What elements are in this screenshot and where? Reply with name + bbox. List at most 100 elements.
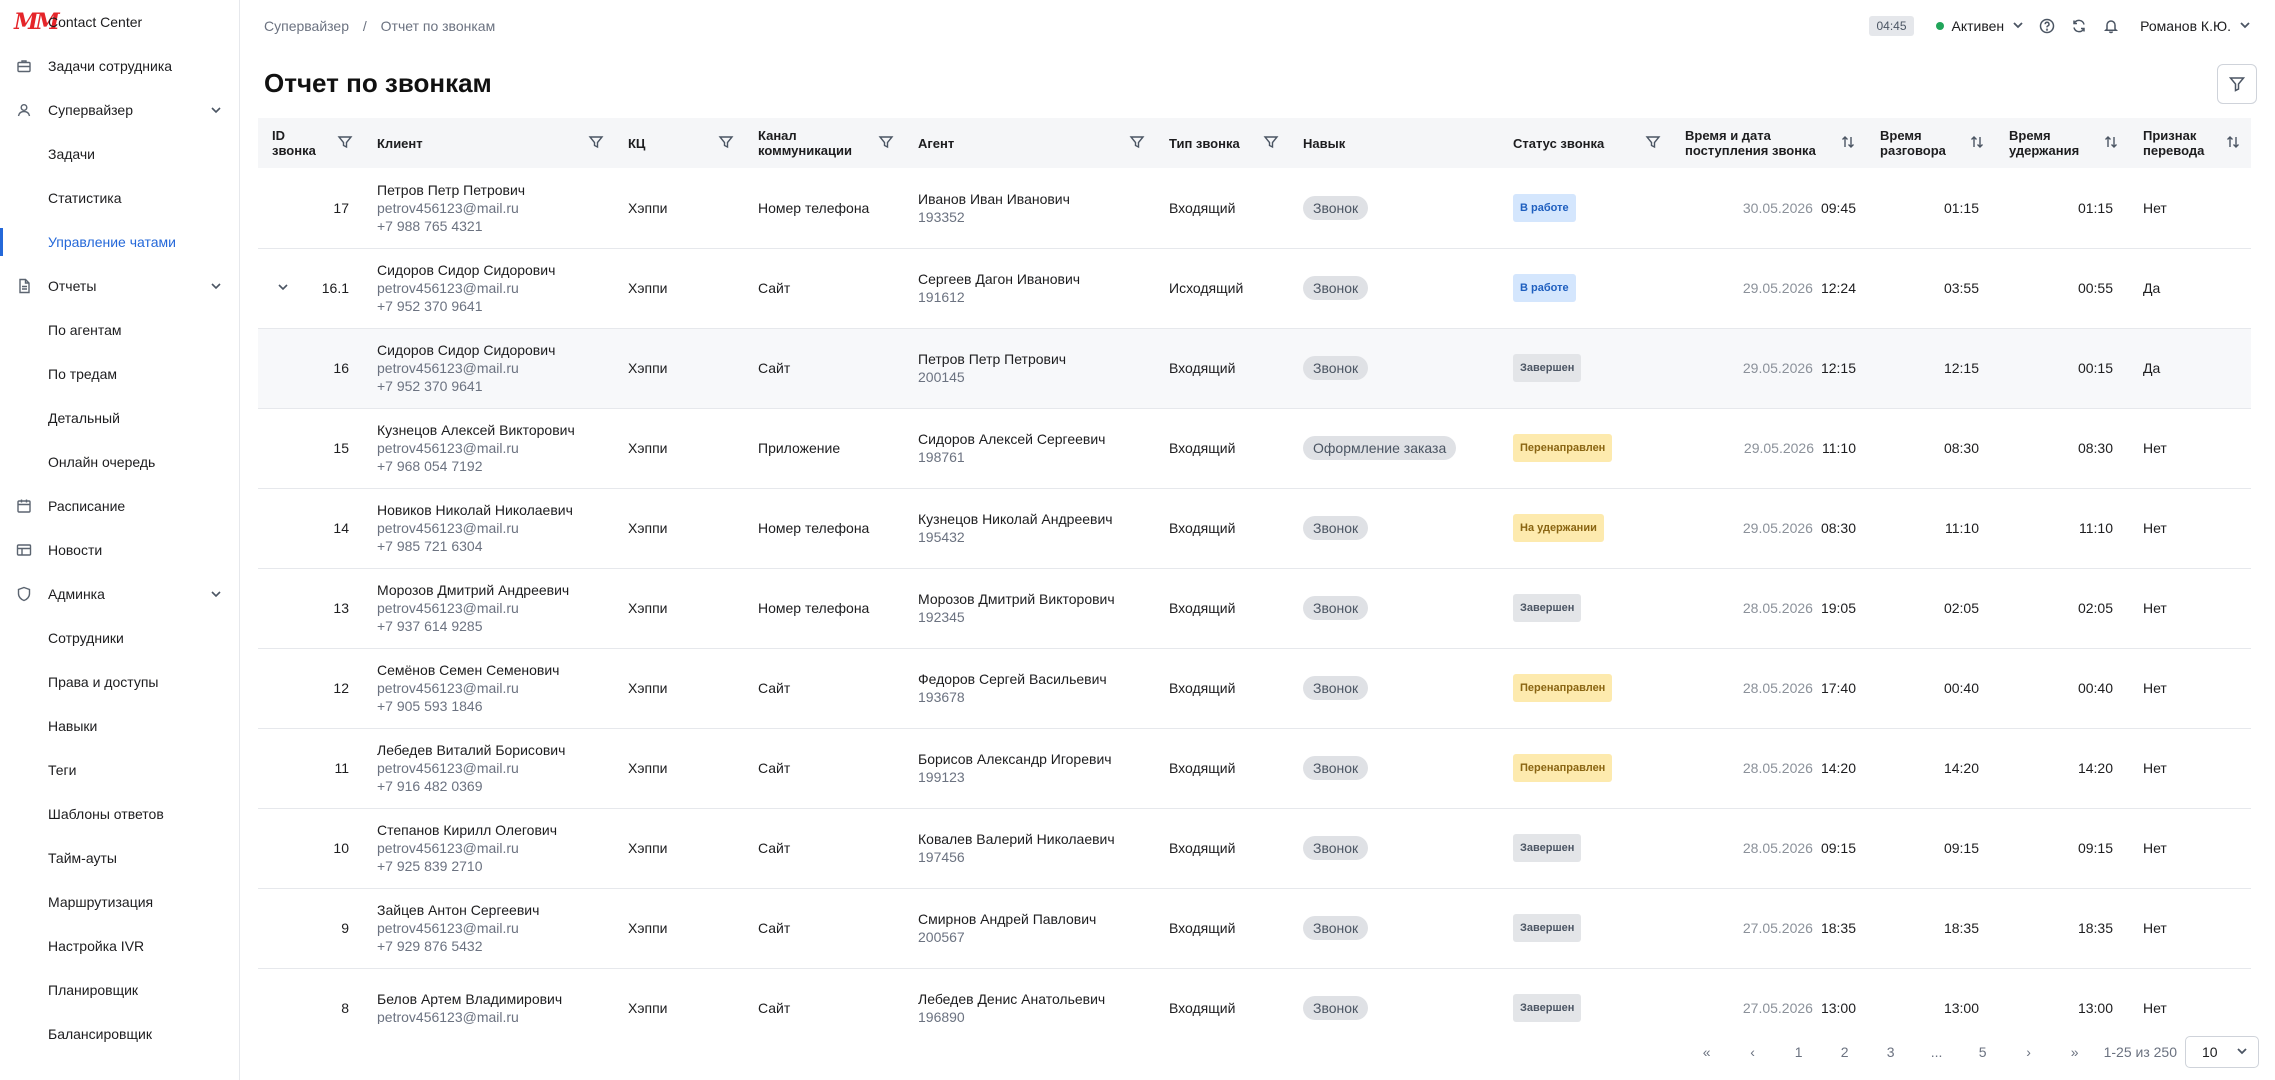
table-row[interactable]: 12 Семёнов Семен Семенович petrov456123@ma… — [258, 648, 2251, 728]
cell-id: 16 — [258, 328, 363, 408]
sidebar-item[interactable]: Статистика — [0, 176, 239, 220]
page-button[interactable]: 2 — [1822, 1044, 1868, 1060]
first-page-button[interactable]: « — [1684, 1044, 1730, 1060]
call-time: 14:20 — [1820, 760, 1856, 776]
next-page-button[interactable]: › — [2006, 1044, 2052, 1060]
call-id: 12 — [333, 680, 349, 696]
table-row[interactable]: 16 Сидоров Сидор Сидорович petrov456123@ma… — [258, 328, 2251, 408]
sidebar-item[interactable]: Права и доступы — [0, 660, 239, 704]
column-header-datetime[interactable]: Время и дата поступления звонка — [1671, 118, 1866, 168]
sidebar-item[interactable]: Задачи — [0, 132, 239, 176]
filter-icon[interactable] — [337, 134, 353, 153]
sidebar-item-label: Теги — [48, 762, 77, 778]
filter-icon[interactable] — [1129, 134, 1145, 153]
page-button[interactable]: 1 — [1776, 1044, 1822, 1060]
sidebar-item[interactable]: Управление чатами — [0, 220, 239, 264]
column-header-transfer[interactable]: Признак перевода — [2129, 118, 2251, 168]
page-size-select[interactable]: 10 — [2185, 1036, 2259, 1068]
table-row[interactable]: 10 Степанов Кирилл Олегович petrov456123@m… — [258, 808, 2251, 888]
user-menu[interactable]: Романов К.Ю. — [2140, 18, 2251, 34]
chevron-down-icon[interactable] — [209, 103, 223, 117]
sidebar-item[interactable]: Новости — [0, 528, 239, 572]
column-header-kc[interactable]: КЦ — [614, 118, 744, 168]
skill-chip: Звонок — [1303, 916, 1369, 940]
cell-client: Семёнов Семен Семенович petrov456123@mail… — [363, 648, 614, 728]
sidebar-item[interactable]: Теги — [0, 748, 239, 792]
cell-hold-time: 00:40 — [2077, 680, 2113, 696]
status-dropdown[interactable]: Активен — [1935, 18, 2025, 34]
agent-id: 192345 — [918, 609, 965, 625]
table-row[interactable]: 13 Морозов Дмитрий Андреевич petrov456123@… — [258, 568, 2251, 648]
column-header-skill[interactable]: Навык — [1289, 118, 1499, 168]
sidebar-item[interactable]: Маршрутизация — [0, 880, 239, 924]
sidebar-item[interactable]: Онлайн очередь — [0, 440, 239, 484]
chevron-down-icon[interactable] — [209, 587, 223, 601]
bell-icon[interactable] — [2102, 17, 2120, 35]
column-header-client[interactable]: Клиент — [363, 118, 614, 168]
table-row[interactable]: 11 Лебедев Виталий Борисович petrov456123@… — [258, 728, 2251, 808]
filter-icon[interactable] — [1263, 134, 1279, 153]
refresh-icon[interactable] — [2070, 17, 2088, 35]
sidebar-item[interactable]: Задачи сотрудника — [0, 44, 239, 88]
sort-icon[interactable] — [1840, 134, 1856, 153]
sidebar-item[interactable]: Отчеты — [0, 264, 239, 308]
user-name: Романов К.Ю. — [2140, 18, 2231, 34]
sidebar-item[interactable]: Тайм-ауты — [0, 836, 239, 880]
column-header-agent[interactable]: Агент — [904, 118, 1155, 168]
agent-name: Сидоров Алексей Сергеевич — [918, 431, 1106, 447]
cell-status: Перенаправлен — [1499, 648, 1671, 728]
sidebar-item[interactable]: Навыки — [0, 704, 239, 748]
sidebar-item[interactable]: Настройка IVR — [0, 924, 239, 968]
column-header-id[interactable]: ID звонка — [258, 118, 363, 168]
table-row[interactable]: 14 Новиков Николай Николаевич petrov456123… — [258, 488, 2251, 568]
column-header-status[interactable]: Статус звонка — [1499, 118, 1671, 168]
sidebar-item[interactable]: Детальный — [0, 396, 239, 440]
sidebar-item[interactable]: По агентам — [0, 308, 239, 352]
sidebar-item[interactable]: Балансировщик — [0, 1012, 239, 1056]
table-row[interactable]: 9 Зайцев Антон Сергеевич petrov456123@mail… — [258, 888, 2251, 968]
cell-kc: Хэппи — [628, 840, 668, 856]
breadcrumb-parent[interactable]: Супервайзер — [264, 18, 349, 34]
call-id: 16.1 — [321, 280, 349, 296]
sidebar-item[interactable]: Расписание — [0, 484, 239, 528]
table-row[interactable]: 16.1 Сидоров Сидор Сидорович petrov456123@… — [258, 248, 2251, 328]
chevron-down-icon[interactable] — [276, 280, 290, 294]
app-header[interactable]: MM Contact Center — [0, 0, 239, 44]
agent-id: 193352 — [918, 208, 965, 225]
sidebar-item[interactable]: Супервайзер — [0, 88, 239, 132]
column-header-type[interactable]: Тип звонка — [1155, 118, 1289, 168]
page-button[interactable]: 3 — [1868, 1044, 1914, 1060]
skill-chip: Звонок — [1303, 756, 1369, 780]
column-header-hold-time[interactable]: Время удержания — [1995, 118, 2129, 168]
sort-icon[interactable] — [2103, 134, 2119, 153]
filter-icon[interactable] — [588, 134, 604, 153]
column-header-talk-time[interactable]: Время разговора — [1866, 118, 1995, 168]
table-row[interactable]: 8 Белов Артем Владимирович petrov456123@ma… — [258, 968, 2251, 1024]
sidebar-item[interactable]: Шаблоны ответов — [0, 792, 239, 836]
filter-button[interactable] — [2217, 64, 2257, 104]
status-badge: Перенаправлен — [1513, 754, 1613, 782]
filter-icon[interactable] — [1645, 134, 1661, 153]
sidebar-item[interactable]: Сотрудники — [0, 616, 239, 660]
app-title: Contact Center — [48, 14, 143, 30]
sort-icon[interactable] — [1969, 134, 1985, 153]
page-button[interactable]: 5 — [1960, 1044, 2006, 1060]
agent-name: Петров Петр Петрович — [918, 351, 1067, 367]
sort-icon[interactable] — [2225, 134, 2241, 153]
cell-talk-time: 03:55 — [1943, 280, 1979, 296]
sidebar-item[interactable]: Админка — [0, 572, 239, 616]
table-row[interactable]: 17 Петров Петр Петрович petrov456123@mail.… — [258, 168, 2251, 248]
sidebar-item[interactable]: По тредам — [0, 352, 239, 396]
cell-hold-time: 08:30 — [2077, 440, 2113, 456]
filter-icon[interactable] — [878, 134, 894, 153]
column-header-channel[interactable]: Канал коммуникации — [744, 118, 904, 168]
last-page-button[interactable]: » — [2052, 1044, 2098, 1060]
prev-page-button[interactable]: ‹ — [1730, 1044, 1776, 1060]
cell-transfer: Нет — [2143, 600, 2167, 616]
calls-table-container[interactable]: ID звонка Клиент КЦ Канал коммуникации А… — [258, 118, 2251, 1024]
table-row[interactable]: 15 Кузнецов Алексей Викторович petrov45612… — [258, 408, 2251, 488]
sidebar-item[interactable]: Планировщик — [0, 968, 239, 1012]
filter-icon[interactable] — [718, 134, 734, 153]
help-icon[interactable] — [2038, 17, 2056, 35]
chevron-down-icon[interactable] — [209, 279, 223, 293]
